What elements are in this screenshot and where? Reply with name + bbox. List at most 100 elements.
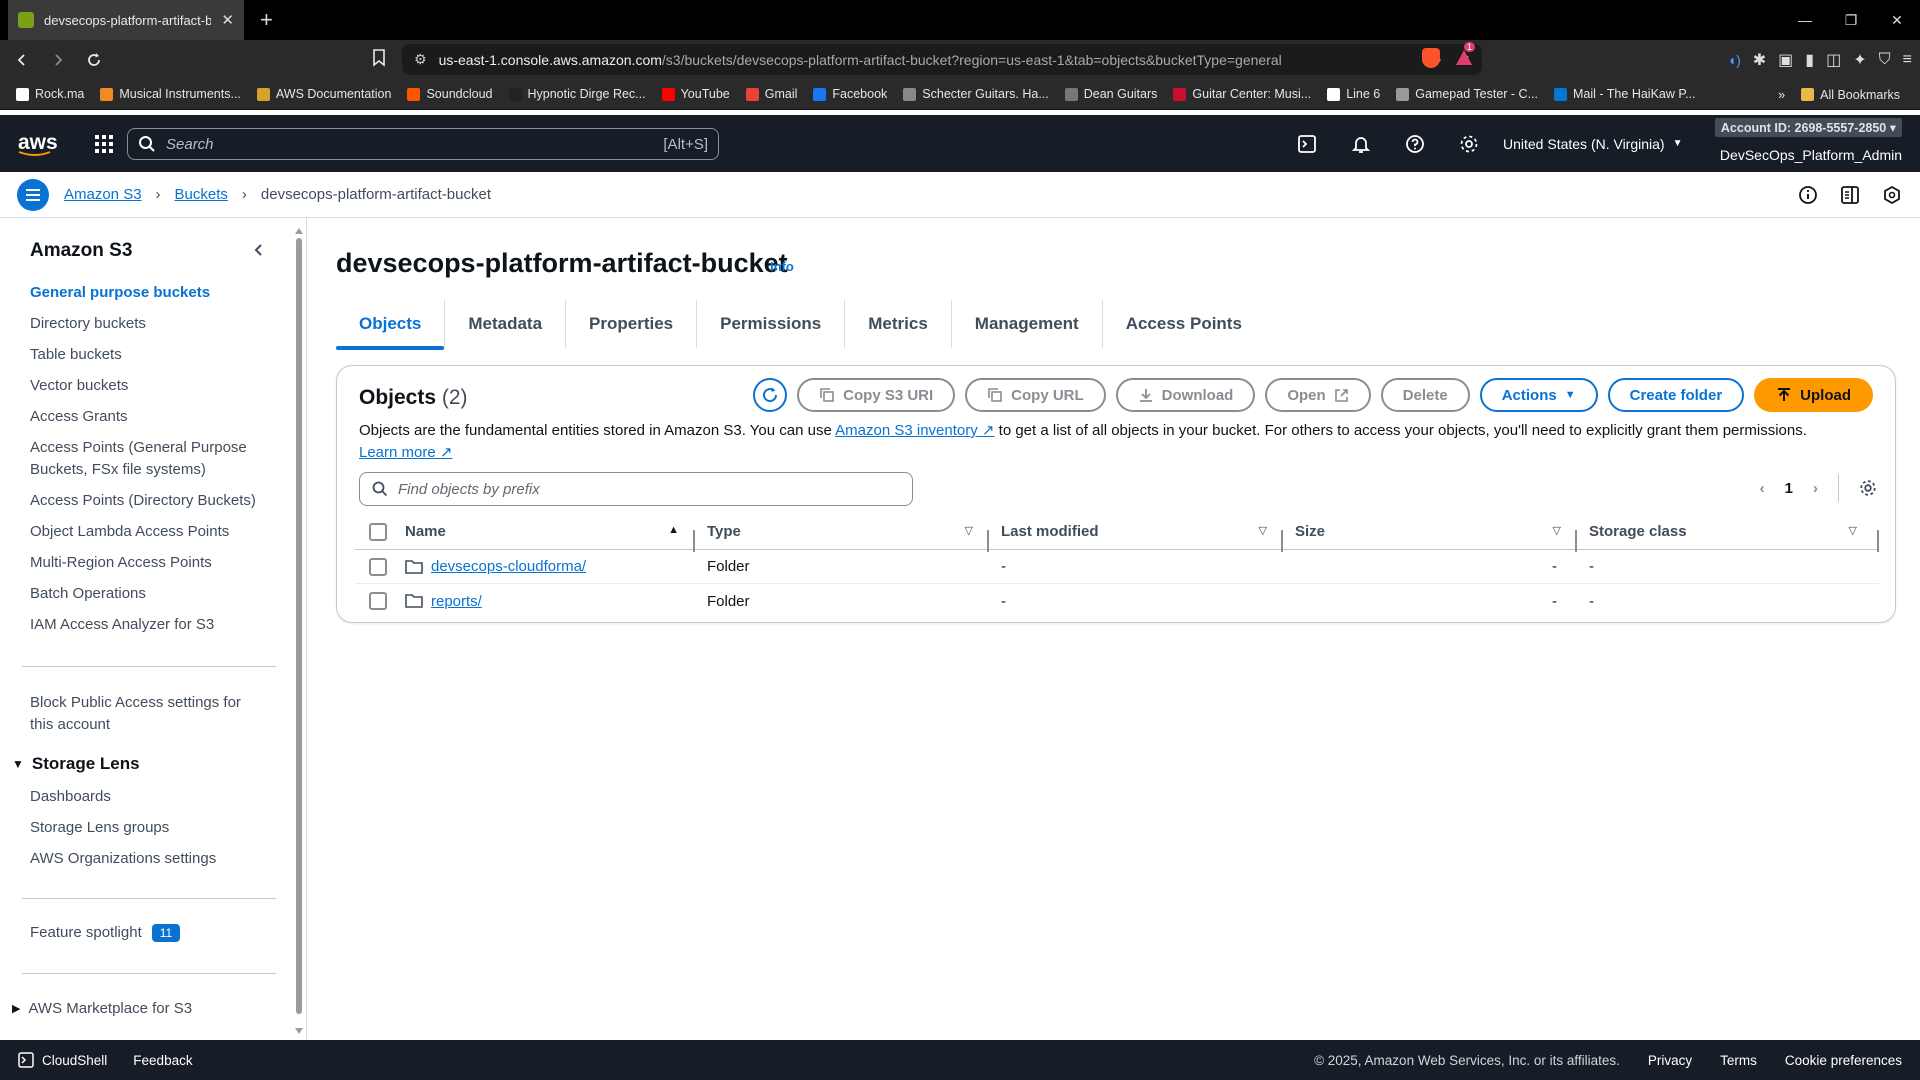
copy-url-button[interactable]: Copy URL (965, 378, 1106, 412)
cloudshell-icon[interactable] (1280, 134, 1334, 154)
feedback-link[interactable]: Feedback (133, 1053, 192, 1068)
breadcrumb-buckets[interactable]: Buckets (175, 186, 228, 203)
row-checkbox[interactable] (355, 592, 401, 610)
bookmark-item[interactable]: Facebook (807, 87, 893, 101)
back-icon[interactable] (8, 46, 36, 74)
tab-management[interactable]: Management (952, 300, 1103, 348)
aws-marketplace-section[interactable]: ▶ AWS Marketplace for S3 (12, 1000, 192, 1017)
browser-tab[interactable]: devsecops-platform-artifact-buc ✕ (8, 0, 244, 40)
region-selector[interactable]: United States (N. Virginia) ▼ (1503, 115, 1683, 172)
learn-more-link[interactable]: Learn more ↗ (359, 444, 452, 461)
sidebar-item-access-points-directory[interactable]: Access Points (Directory Buckets) (30, 490, 260, 512)
bookmark-item[interactable]: Gamepad Tester - C... (1390, 87, 1544, 101)
row-checkbox[interactable] (355, 557, 401, 576)
bookmark-item[interactable]: Rock.ma (10, 87, 90, 101)
object-link[interactable]: devsecops-cloudforma/ (431, 558, 586, 575)
new-tab-icon[interactable]: + (260, 0, 273, 40)
info-link[interactable]: Info (770, 259, 794, 274)
cookie-preferences-link[interactable]: Cookie preferences (1785, 1053, 1902, 1068)
next-page-icon[interactable]: › (1813, 480, 1818, 497)
open-button[interactable]: Open (1265, 378, 1371, 412)
info-panel-icon[interactable] (1798, 185, 1818, 205)
close-window-icon[interactable]: ✕ (1874, 12, 1920, 29)
previous-page-icon[interactable]: ‹ (1760, 480, 1765, 497)
menu-hamburger-icon[interactable] (17, 178, 49, 211)
tab-objects[interactable]: Objects (336, 300, 446, 350)
tab-metrics[interactable]: Metrics (845, 300, 952, 348)
sidebar-item-access-points-general[interactable]: Access Points (General Purpose Buckets, … (30, 437, 260, 481)
sidebar-item-multi-region[interactable]: Multi-Region Access Points (30, 552, 260, 574)
sidebar-toggle-icon[interactable]: ▮ (1805, 50, 1814, 70)
sidebar-scrollbar[interactable] (295, 228, 303, 1034)
bookmark-item[interactable]: YouTube (656, 87, 736, 101)
brave-rewards-icon[interactable]: 1 (1454, 42, 1476, 68)
column-header-name[interactable]: Name ▲ (401, 523, 695, 552)
bookmark-page-icon[interactable] (372, 49, 386, 67)
aws-logo[interactable]: aws (18, 131, 58, 157)
bookmark-item[interactable]: Mail - The HaiKaw P... (1548, 87, 1702, 101)
bookmark-item[interactable]: Dean Guitars (1059, 87, 1164, 101)
vpn-icon[interactable]: ⛉ (1879, 51, 1891, 69)
sort-icon[interactable]: ▽ (965, 524, 973, 537)
bookmark-item[interactable]: Gmail (740, 87, 804, 101)
brave-shield-icon[interactable] (1422, 48, 1440, 68)
minimize-icon[interactable]: — (1782, 12, 1828, 28)
s3-inventory-link[interactable]: Amazon S3 inventory ↗ (835, 422, 994, 439)
close-tab-icon[interactable]: ✕ (221, 11, 234, 29)
sidebar-item-object-lambda[interactable]: Object Lambda Access Points (30, 521, 260, 543)
voice-icon[interactable]: ◖) (1728, 52, 1741, 68)
sort-icon[interactable]: ▽ (1259, 524, 1267, 537)
tab-properties[interactable]: Properties (566, 300, 698, 348)
sidebar-item-table-buckets[interactable]: Table buckets (30, 344, 260, 366)
sidebar-item-vector-buckets[interactable]: Vector buckets (30, 375, 260, 397)
terms-link[interactable]: Terms (1720, 1053, 1757, 1068)
forward-icon[interactable] (44, 46, 72, 74)
tab-permissions[interactable]: Permissions (697, 300, 846, 348)
column-header-type[interactable]: Type ▽ (695, 523, 989, 552)
collapse-sidebar-icon[interactable] (252, 243, 266, 257)
breadcrumb-amazon-s3[interactable]: Amazon S3 (64, 186, 142, 203)
column-header-size[interactable]: Size ▽ (1283, 523, 1577, 552)
restore-icon[interactable]: ❐ (1828, 12, 1874, 29)
create-folder-button[interactable]: Create folder (1607, 378, 1745, 412)
bookmark-item[interactable]: Guitar Center: Musi... (1167, 87, 1317, 101)
site-info-icon[interactable]: ⚙ (414, 51, 427, 68)
account-id-badge[interactable]: Account ID: 2698-5557-2850 ▾ (1714, 118, 1902, 137)
tab-search-icon[interactable]: ▣ (1778, 50, 1793, 70)
sidebar-item-block-public-access[interactable]: Block Public Access settings for this ac… (30, 692, 260, 736)
bookmark-item[interactable]: AWS Documentation (251, 87, 398, 101)
services-grid-icon[interactable] (94, 134, 114, 154)
all-bookmarks[interactable]: All Bookmarks (1795, 88, 1906, 102)
bookmark-item[interactable]: Soundcloud (401, 87, 498, 101)
menu-icon[interactable]: ≡ (1903, 51, 1912, 69)
sort-ascending-icon[interactable]: ▲ (668, 524, 679, 536)
more-bookmarks-icon[interactable]: » (1778, 88, 1785, 102)
leo-ai-icon[interactable]: ✦ (1853, 50, 1866, 70)
scroll-down-icon[interactable] (295, 1028, 303, 1034)
sort-icon[interactable]: ▽ (1553, 524, 1561, 537)
bookmark-item[interactable]: Schecter Guitars. Ha... (897, 87, 1054, 101)
sidebar-item-batch-operations[interactable]: Batch Operations (30, 583, 260, 605)
sidebar-item-organizations-settings[interactable]: AWS Organizations settings (30, 848, 260, 870)
storage-lens-section[interactable]: ▼ Storage Lens (12, 754, 140, 774)
tab-access-points[interactable]: Access Points (1103, 300, 1265, 348)
scroll-up-icon[interactable] (295, 228, 303, 234)
current-page[interactable]: 1 (1785, 480, 1793, 497)
download-button[interactable]: Download (1115, 378, 1256, 412)
sort-icon[interactable]: ▽ (1849, 524, 1857, 537)
sidebar-item-dashboards[interactable]: Dashboards (30, 786, 260, 808)
tab-metadata[interactable]: Metadata (445, 300, 567, 348)
sidebar-item-directory-buckets[interactable]: Directory buckets (30, 313, 260, 335)
refresh-button[interactable] (753, 378, 788, 412)
sidebar-item-general-purpose-buckets[interactable]: General purpose buckets (30, 282, 260, 304)
sidebar-item-access-grants[interactable]: Access Grants (30, 406, 260, 428)
bookmark-item[interactable]: Line 6 (1321, 87, 1386, 101)
help-icon[interactable] (1388, 134, 1442, 154)
settings-gear-icon[interactable] (1442, 134, 1496, 154)
cloudshell-button[interactable]: CloudShell (18, 1052, 107, 1068)
actions-dropdown[interactable]: Actions ▼ (1479, 378, 1598, 412)
upload-button[interactable]: Upload (1754, 378, 1873, 412)
bookmark-item[interactable]: Musical Instruments... (94, 87, 247, 101)
notifications-bell-icon[interactable] (1334, 134, 1388, 154)
extensions-icon[interactable]: ✱ (1753, 50, 1766, 70)
